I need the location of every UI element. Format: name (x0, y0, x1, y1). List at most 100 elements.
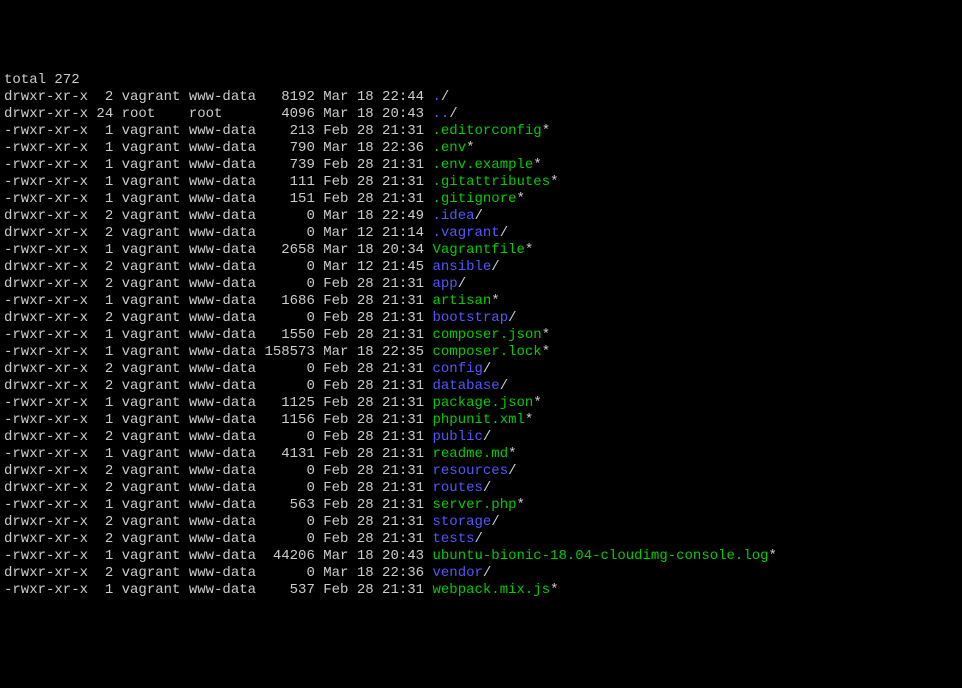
row-filename: readme.md (432, 446, 508, 462)
listing-row: -rwxr-xr-x 1 vagrant www-data 1156 Feb 2… (4, 412, 958, 429)
row-filename: ubuntu-bionic-18.04-cloudimg-console.log (432, 548, 768, 564)
row-suffix: * (542, 344, 550, 360)
row-meta: drwxr-xr-x 2 vagrant www-data 0 Feb 28 2… (4, 361, 432, 377)
terminal-output: total 272drwxr-xr-x 2 vagrant www-data 8… (4, 72, 958, 599)
row-meta: -rwxr-xr-x 1 vagrant www-data 158573 Mar… (4, 344, 432, 360)
row-meta: drwxr-xr-x 2 vagrant www-data 0 Mar 12 2… (4, 225, 432, 241)
listing-row: drwxr-xr-x 2 vagrant www-data 0 Feb 28 2… (4, 310, 958, 327)
listing-row: drwxr-xr-x 2 vagrant www-data 0 Mar 18 2… (4, 208, 958, 225)
row-filename: routes (432, 480, 482, 496)
row-suffix: / (449, 106, 457, 122)
row-meta: drwxr-xr-x 2 vagrant www-data 0 Feb 28 2… (4, 429, 432, 445)
listing-row: drwxr-xr-x 2 vagrant www-data 0 Mar 12 2… (4, 225, 958, 242)
row-suffix: * (550, 582, 558, 598)
row-meta: -rwxr-xr-x 1 vagrant www-data 4131 Feb 2… (4, 446, 432, 462)
row-filename: .gitattributes (432, 174, 550, 190)
row-meta: -rwxr-xr-x 1 vagrant www-data 1550 Feb 2… (4, 327, 432, 343)
listing-row: drwxr-xr-x 2 vagrant www-data 0 Feb 28 2… (4, 463, 958, 480)
row-suffix: / (441, 89, 449, 105)
row-meta: drwxr-xr-x 2 vagrant www-data 0 Feb 28 2… (4, 480, 432, 496)
row-filename: composer.lock (432, 344, 541, 360)
listing-row: drwxr-xr-x 2 vagrant www-data 0 Feb 28 2… (4, 429, 958, 446)
row-suffix: * (542, 123, 550, 139)
row-meta: drwxr-xr-x 2 vagrant www-data 0 Feb 28 2… (4, 514, 432, 530)
row-filename: .env (432, 140, 466, 156)
row-filename: config (432, 361, 482, 377)
row-meta: -rwxr-xr-x 1 vagrant www-data 1156 Feb 2… (4, 412, 432, 428)
row-filename: public (432, 429, 482, 445)
listing-row: -rwxr-xr-x 1 vagrant www-data 213 Feb 28… (4, 123, 958, 140)
row-suffix: * (508, 446, 516, 462)
row-suffix: / (508, 463, 516, 479)
row-filename: artisan (432, 293, 491, 309)
row-filename: .. (432, 106, 449, 122)
row-suffix: * (542, 327, 550, 343)
row-filename: .env.example (432, 157, 533, 173)
listing-row: drwxr-xr-x 2 vagrant www-data 0 Mar 12 2… (4, 259, 958, 276)
listing-row: -rwxr-xr-x 1 vagrant www-data 537 Feb 28… (4, 582, 958, 599)
row-meta: -rwxr-xr-x 1 vagrant www-data 563 Feb 28… (4, 497, 432, 513)
row-filename: webpack.mix.js (432, 582, 550, 598)
row-filename: composer.json (432, 327, 541, 343)
row-meta: drwxr-xr-x 2 vagrant www-data 0 Mar 18 2… (4, 565, 432, 581)
row-suffix: / (483, 361, 491, 377)
row-filename: package.json (432, 395, 533, 411)
row-filename: .idea (432, 208, 474, 224)
listing-row: drwxr-xr-x 24 root root 4096 Mar 18 20:4… (4, 106, 958, 123)
row-filename: bootstrap (432, 310, 508, 326)
row-suffix: / (491, 259, 499, 275)
row-meta: drwxr-xr-x 2 vagrant www-data 0 Mar 18 2… (4, 208, 432, 224)
total-line: total 272 (4, 72, 958, 89)
listing-row: -rwxr-xr-x 1 vagrant www-data 1125 Feb 2… (4, 395, 958, 412)
row-meta: drwxr-xr-x 24 root root 4096 Mar 18 20:4… (4, 106, 432, 122)
row-suffix: * (466, 140, 474, 156)
row-suffix: / (475, 208, 483, 224)
row-suffix: / (458, 276, 466, 292)
listing-row: drwxr-xr-x 2 vagrant www-data 0 Feb 28 2… (4, 514, 958, 531)
row-filename: tests (432, 531, 474, 547)
listing-row: drwxr-xr-x 2 vagrant www-data 0 Feb 28 2… (4, 531, 958, 548)
row-meta: -rwxr-xr-x 1 vagrant www-data 1125 Feb 2… (4, 395, 432, 411)
row-meta: -rwxr-xr-x 1 vagrant www-data 111 Feb 28… (4, 174, 432, 190)
listing-row: -rwxr-xr-x 1 vagrant www-data 4131 Feb 2… (4, 446, 958, 463)
row-suffix: / (483, 565, 491, 581)
row-meta: drwxr-xr-x 2 vagrant www-data 8192 Mar 1… (4, 89, 432, 105)
listing-row: drwxr-xr-x 2 vagrant www-data 0 Feb 28 2… (4, 480, 958, 497)
row-suffix: * (491, 293, 499, 309)
row-suffix: * (517, 191, 525, 207)
listing-row: -rwxr-xr-x 1 vagrant www-data 790 Mar 18… (4, 140, 958, 157)
row-meta: drwxr-xr-x 2 vagrant www-data 0 Feb 28 2… (4, 276, 432, 292)
row-filename: ansible (432, 259, 491, 275)
listing-row: drwxr-xr-x 2 vagrant www-data 0 Feb 28 2… (4, 276, 958, 293)
row-filename: database (432, 378, 499, 394)
row-meta: drwxr-xr-x 2 vagrant www-data 0 Mar 12 2… (4, 259, 432, 275)
row-suffix: * (533, 157, 541, 173)
row-filename: . (432, 89, 440, 105)
row-suffix: * (769, 548, 777, 564)
row-filename: storage (432, 514, 491, 530)
row-filename: .gitignore (432, 191, 516, 207)
row-filename: Vagrantfile (432, 242, 524, 258)
row-suffix: / (508, 310, 516, 326)
row-filename: .editorconfig (432, 123, 541, 139)
row-filename: .vagrant (432, 225, 499, 241)
listing-row: drwxr-xr-x 2 vagrant www-data 0 Mar 18 2… (4, 565, 958, 582)
row-suffix: * (550, 174, 558, 190)
listing-row: -rwxr-xr-x 1 vagrant www-data 111 Feb 28… (4, 174, 958, 191)
row-meta: drwxr-xr-x 2 vagrant www-data 0 Feb 28 2… (4, 310, 432, 326)
row-meta: drwxr-xr-x 2 vagrant www-data 0 Feb 28 2… (4, 531, 432, 547)
row-suffix: * (533, 395, 541, 411)
listing-row: -rwxr-xr-x 1 vagrant www-data 563 Feb 28… (4, 497, 958, 514)
row-meta: -rwxr-xr-x 1 vagrant www-data 537 Feb 28… (4, 582, 432, 598)
row-meta: -rwxr-xr-x 1 vagrant www-data 151 Feb 28… (4, 191, 432, 207)
row-meta: -rwxr-xr-x 1 vagrant www-data 739 Feb 28… (4, 157, 432, 173)
row-meta: -rwxr-xr-x 1 vagrant www-data 1686 Feb 2… (4, 293, 432, 309)
row-meta: drwxr-xr-x 2 vagrant www-data 0 Feb 28 2… (4, 378, 432, 394)
row-suffix: / (483, 429, 491, 445)
row-suffix: / (475, 531, 483, 547)
listing-row: -rwxr-xr-x 1 vagrant www-data 1686 Feb 2… (4, 293, 958, 310)
row-meta: -rwxr-xr-x 1 vagrant www-data 44206 Mar … (4, 548, 432, 564)
row-suffix: / (500, 378, 508, 394)
row-suffix: * (517, 497, 525, 513)
row-meta: -rwxr-xr-x 1 vagrant www-data 790 Mar 18… (4, 140, 432, 156)
